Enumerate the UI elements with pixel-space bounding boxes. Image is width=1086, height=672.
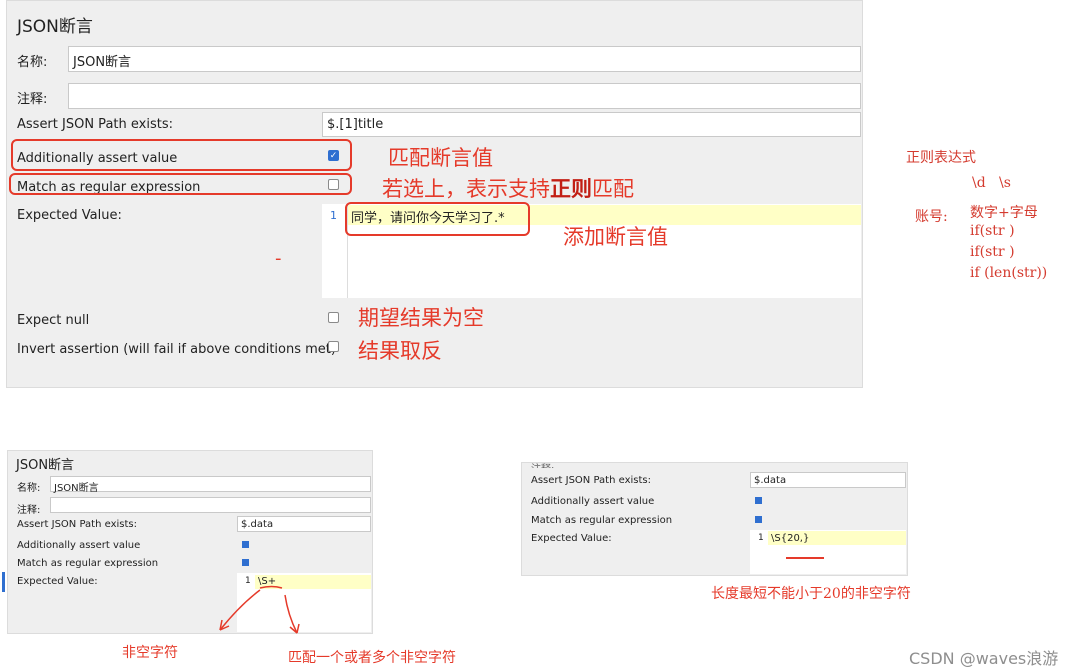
json-path-field[interactable] <box>322 112 861 137</box>
br-underline <box>786 557 824 559</box>
bl-path-value: $.data <box>241 519 274 530</box>
br-path-value: $.data <box>754 475 787 486</box>
bl-caption-one-or-more: 匹配一个或者多个非空字符 <box>288 650 456 666</box>
bl-additionally-checkbox[interactable] <box>242 541 249 548</box>
expected-value-label: Expected Value: <box>17 208 122 223</box>
br-additionally-checkbox[interactable] <box>755 497 762 504</box>
annotation-expect-empty: 期望结果为空 <box>358 306 484 330</box>
highlight-box-expected <box>345 202 530 236</box>
invert-assertion-label: Invert assertion (will fail if above con… <box>17 342 336 357</box>
comment-label: 注释: <box>17 92 48 107</box>
panel-title: JSON断言 <box>17 17 93 37</box>
bl-comment-field[interactable] <box>50 497 371 513</box>
comment-field[interactable] <box>68 83 861 109</box>
watermark: CSDN @waves浪游 <box>909 649 1059 668</box>
br-comment-label: 注释: <box>531 460 554 468</box>
regex-notes-line5: if (len(str)) <box>970 265 1048 281</box>
bl-caption-nonspace: 非空字符 <box>122 645 178 661</box>
bl-regex-label: Match as regular expression <box>17 558 159 569</box>
bl-regex-checkbox[interactable] <box>242 559 249 566</box>
br-path-label: Assert JSON Path exists: <box>531 475 651 486</box>
panel-focus-bar <box>2 572 5 592</box>
name-field[interactable] <box>68 46 861 72</box>
br-line-number: 1 <box>758 533 764 543</box>
br-regex-label: Match as regular expression <box>531 515 673 526</box>
line-number: 1 <box>330 209 337 222</box>
bl-comment-label: 注释: <box>17 505 41 516</box>
expect-null-checkbox[interactable] <box>328 312 339 323</box>
highlight-box-additionally <box>11 139 352 171</box>
annotation-regex-post: 匹配 <box>592 177 634 201</box>
regex-notes-line1: \d \s <box>972 175 1011 191</box>
annotation-invert-result: 结果取反 <box>358 339 442 363</box>
br-expected-value: \S{20,} <box>771 533 810 544</box>
name-label: 名称: <box>17 55 48 70</box>
bl-title: JSON断言 <box>16 458 75 473</box>
br-expected-label: Expected Value: <box>531 533 612 544</box>
bl-expected-label: Expected Value: <box>17 576 98 587</box>
bl-arrows <box>219 585 300 634</box>
regex-notes-line3: if(str ) <box>970 223 1015 239</box>
bl-path-label: Assert JSON Path exists: <box>17 519 137 530</box>
json-path-value: $.[1]title <box>327 117 384 132</box>
annotation-add-value: 添加断言值 <box>563 225 668 249</box>
bl-additionally-label: Additionally assert value <box>17 540 141 551</box>
annotation-regex-pre: 若选上，表示支持 <box>382 177 550 201</box>
annotation-match-assert: 匹配断言值 <box>388 146 493 170</box>
br-caption-min-length: 长度最短不能小于20的非空字符 <box>711 586 911 602</box>
expect-null-label: Expect null <box>17 313 90 328</box>
regex-notes-line4: if(str ) <box>970 244 1015 260</box>
highlight-box-regex <box>9 173 352 195</box>
invert-assertion-checkbox[interactable] <box>328 341 339 352</box>
br-additionally-label: Additionally assert value <box>531 496 655 507</box>
annotation-regex-support: 若选上，表示支持正则匹配 <box>382 173 634 203</box>
name-value: JSON断言 <box>73 55 132 70</box>
br-regex-checkbox[interactable] <box>755 516 762 523</box>
regex-notes-account: 账号: <box>915 209 948 225</box>
bl-name-label: 名称: <box>17 483 41 494</box>
annotation-dash: - <box>275 248 282 269</box>
regex-notes-title: 正则表达式 <box>906 150 976 166</box>
json-path-label: Assert JSON Path exists: <box>17 117 173 132</box>
regex-notes-line2: 数字+字母 <box>970 205 1038 221</box>
bl-name-value: JSON断言 <box>54 483 99 494</box>
annotation-regex-bold: 正则 <box>550 177 592 201</box>
